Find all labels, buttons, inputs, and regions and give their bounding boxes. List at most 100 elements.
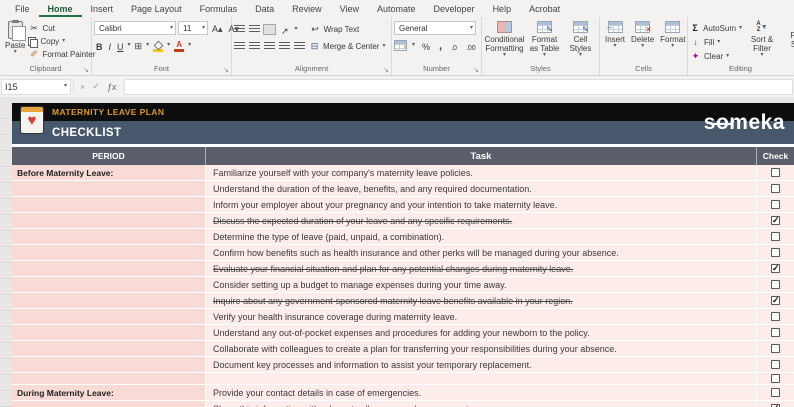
conditional-formatting-button[interactable]: Conditional Formatting▾	[486, 19, 524, 60]
period-cell[interactable]	[12, 309, 206, 325]
format-as-table-button[interactable]: ✎ Format as Table▾	[527, 19, 563, 60]
period-cell[interactable]	[12, 341, 206, 357]
font-dialog-launcher[interactable]: ↘	[223, 66, 229, 74]
task-cell[interactable]: Discuss the expected duration of your le…	[206, 213, 757, 229]
task-cell[interactable]: Document key processes and information t…	[206, 357, 757, 373]
font-color-button[interactable]: A	[172, 38, 186, 52]
align-top-icon[interactable]	[234, 25, 245, 34]
tab-insert[interactable]: Insert	[82, 2, 123, 17]
tab-file[interactable]: File	[6, 2, 39, 17]
italic-button[interactable]: I	[107, 38, 114, 52]
clear-button[interactable]: ✦Clear▾	[690, 49, 742, 63]
format-cells-button[interactable]: Format▾	[657, 19, 688, 51]
accounting-format-icon[interactable]: ▪	[394, 40, 407, 51]
task-checkbox[interactable]	[771, 374, 780, 383]
increase-indent-icon[interactable]	[294, 42, 305, 51]
tab-review[interactable]: Review	[283, 2, 331, 17]
task-cell[interactable]: Provide your contact details in case of …	[206, 385, 757, 401]
font-name-combobox[interactable]: Calibri▾	[94, 21, 176, 35]
task-cell[interactable]: Inquire about any government-sponsored m…	[206, 293, 757, 309]
align-right-icon[interactable]	[264, 42, 275, 51]
decrease-indent-icon[interactable]	[279, 42, 290, 51]
find-select-button[interactable]: Find & Select▾	[782, 19, 794, 56]
task-checkbox[interactable]	[771, 360, 780, 369]
paste-button[interactable]: Paste ▾	[2, 19, 28, 57]
align-center-icon[interactable]	[249, 42, 260, 51]
font-size-combobox[interactable]: 11▾	[178, 21, 208, 35]
delete-cells-button[interactable]: × Delete▾	[628, 19, 657, 51]
insert-function-icon[interactable]: ƒx	[107, 82, 117, 92]
fill-button[interactable]: ↓Fill▾	[690, 35, 742, 49]
task-checkbox[interactable]	[771, 200, 780, 209]
cell-styles-button[interactable]: ✎ Cell Styles▾	[566, 19, 596, 60]
align-left-icon[interactable]	[234, 42, 245, 51]
copy-button[interactable]: Copy▾	[28, 35, 95, 48]
tab-automate[interactable]: Automate	[368, 2, 425, 17]
period-cell[interactable]	[12, 245, 206, 261]
task-cell[interactable]: Familiarize yourself with your company's…	[206, 165, 757, 181]
tab-home[interactable]: Home	[39, 2, 82, 17]
tab-acrobat[interactable]: Acrobat	[520, 2, 569, 17]
period-cell[interactable]	[12, 261, 206, 277]
task-cell[interactable]: Determine the type of leave (paid, unpai…	[206, 229, 757, 245]
period-cell[interactable]	[12, 357, 206, 373]
task-checkbox[interactable]	[771, 280, 780, 289]
tab-view[interactable]: View	[331, 2, 368, 17]
cut-button[interactable]: ✂Cut	[28, 22, 95, 35]
insert-cells-button[interactable]: → Insert▾	[602, 19, 628, 51]
underline-button[interactable]: U	[115, 38, 126, 52]
borders-button[interactable]: ⊞	[133, 38, 145, 52]
formula-input[interactable]	[124, 79, 793, 95]
task-checkbox[interactable]	[771, 232, 780, 241]
task-cell[interactable]: Verify your health insurance coverage du…	[206, 309, 757, 325]
tab-page-layout[interactable]: Page Layout	[122, 2, 191, 17]
wrap-text-button[interactable]: ↩Wrap Text	[310, 23, 360, 36]
task-cell[interactable]: Inform your employer about your pregnanc…	[206, 197, 757, 213]
task-checkbox[interactable]	[771, 168, 780, 177]
header-check[interactable]: Check	[757, 147, 794, 165]
task-checkbox[interactable]	[771, 248, 780, 257]
header-task[interactable]: Task	[206, 147, 757, 165]
bold-button[interactable]: B	[94, 38, 105, 52]
period-cell[interactable]: During Maternity Leave:	[12, 385, 206, 401]
task-cell[interactable]: Confirm how benefits such as health insu…	[206, 245, 757, 261]
merge-center-button[interactable]: ⊟Merge & Center▾	[309, 40, 385, 53]
task-checkbox[interactable]	[771, 184, 780, 193]
grow-font-button[interactable]: A▴	[210, 21, 225, 35]
tab-developer[interactable]: Developer	[425, 2, 484, 17]
task-cell[interactable]: Collaborate with colleagues to create a …	[206, 341, 757, 357]
period-cell[interactable]	[12, 181, 206, 197]
task-checkbox[interactable]	[771, 344, 780, 353]
name-box[interactable]: I15▾	[1, 79, 71, 95]
period-cell[interactable]	[12, 373, 206, 385]
tab-data[interactable]: Data	[246, 2, 283, 17]
clipboard-dialog-launcher[interactable]: ↘	[83, 66, 89, 74]
decrease-decimal-button[interactable]: .00	[464, 38, 478, 52]
period-cell[interactable]	[12, 213, 206, 229]
number-format-combobox[interactable]: General▾	[394, 21, 476, 35]
task-checkbox[interactable]	[771, 312, 780, 321]
period-cell[interactable]	[12, 325, 206, 341]
task-checkbox[interactable]: ✓	[771, 264, 780, 273]
tab-help[interactable]: Help	[484, 2, 521, 17]
period-cell[interactable]	[12, 229, 206, 245]
task-checkbox[interactable]: ✓	[771, 216, 780, 225]
period-cell[interactable]	[12, 293, 206, 309]
confirm-entry-icon[interactable]: ✓	[92, 81, 100, 92]
sort-filter-button[interactable]: AZ▼ Sort & Filter▾	[742, 19, 782, 60]
format-painter-button[interactable]: ✐Format Painter	[28, 48, 95, 61]
cancel-entry-icon[interactable]: ×	[80, 82, 85, 92]
align-bottom-icon[interactable]	[264, 25, 275, 34]
task-cell[interactable]: Understand the duration of the leave, be…	[206, 181, 757, 197]
percent-style-button[interactable]: %	[420, 38, 432, 52]
task-checkbox[interactable]: ✓	[771, 296, 780, 305]
period-cell[interactable]	[12, 401, 206, 407]
comma-style-button[interactable]: ,	[437, 38, 444, 52]
tab-formulas[interactable]: Formulas	[191, 2, 247, 17]
increase-decimal-button[interactable]: .0	[449, 38, 459, 52]
task-cell[interactable]: Consider setting up a budget to manage e…	[206, 277, 757, 293]
task-cell[interactable]	[206, 373, 757, 385]
period-cell[interactable]	[12, 197, 206, 213]
autosum-button[interactable]: ΣAutoSum▾	[690, 21, 742, 35]
task-cell[interactable]: Share this information with relevant col…	[206, 401, 757, 407]
